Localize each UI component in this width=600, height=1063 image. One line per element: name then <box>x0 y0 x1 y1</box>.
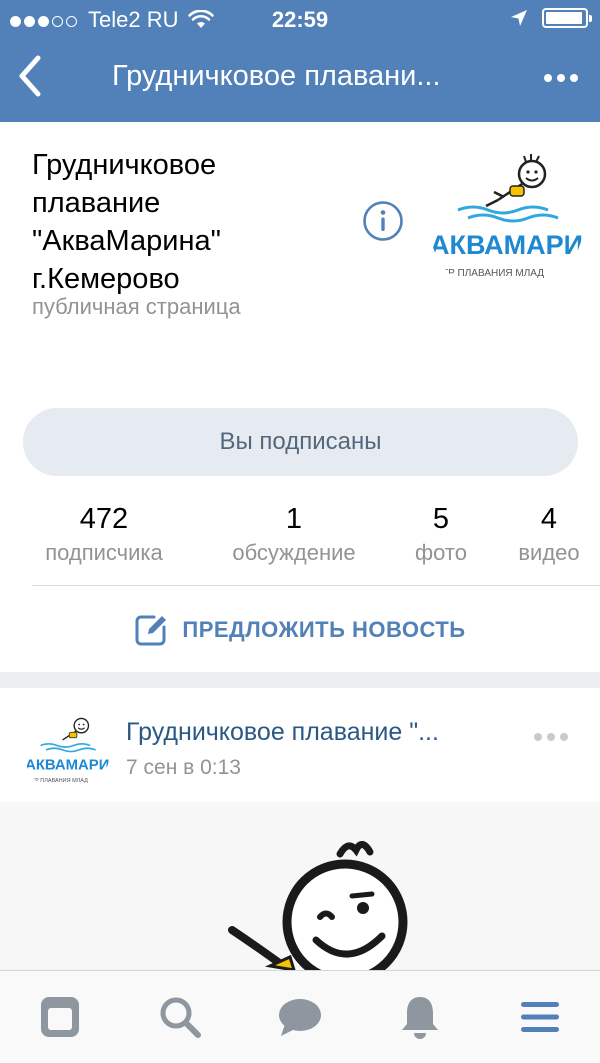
counter-videos[interactable]: 4 видео <box>506 502 592 566</box>
counter-discussions[interactable]: 1 обсуждение <box>214 502 374 566</box>
group-avatar[interactable]: АКВАМАРИ ТР ПЛАВАНИЯ МЛАД <box>428 142 584 298</box>
logo-subtext: ТР ПЛАВАНИЯ МЛАД <box>442 268 544 279</box>
notifications-icon <box>402 997 438 1039</box>
wall-post: АКВАМАРИ ТР ПЛАВАНИЯ МЛАД Грудничковое п… <box>0 688 600 970</box>
post-author-name[interactable]: Грудничковое плавание "... <box>126 718 500 747</box>
counter-value: 5 <box>432 503 450 535</box>
back-chevron-icon[interactable] <box>12 52 52 100</box>
post-image[interactable] <box>0 802 600 970</box>
suggest-news-label: ПРЕДЛОЖИТЬ НОВОСТЬ <box>182 617 466 642</box>
group-counters: 472 подписчика 1 обсуждение 5 фото 4 вид… <box>0 502 600 572</box>
counter-label: подписчика <box>45 540 163 565</box>
tab-news[interactable] <box>36 993 84 1041</box>
logo-text: АКВАМАРИ <box>430 230 583 260</box>
post-more-dots-icon[interactable] <box>534 733 568 741</box>
news-icon <box>41 997 79 1037</box>
status-bar: Tele2 RU 22:59 <box>0 0 600 38</box>
menu-icon <box>521 1002 559 1032</box>
logo-text: АКВАМАРИ <box>25 758 109 774</box>
tab-notifications[interactable] <box>396 993 444 1041</box>
tab-bar <box>0 970 600 1063</box>
divider <box>32 585 600 586</box>
counter-value: 4 <box>540 503 558 535</box>
info-icon[interactable] <box>362 200 404 242</box>
tab-search[interactable] <box>156 993 204 1041</box>
tab-messages[interactable] <box>276 993 324 1041</box>
counter-value: 472 <box>79 503 129 535</box>
cartoon-kid-illustration <box>0 802 600 970</box>
counter-value: 1 <box>285 503 303 535</box>
counter-label: фото <box>415 540 467 565</box>
counter-subscribers[interactable]: 472 подписчика <box>28 502 180 566</box>
top-bar: Tele2 RU 22:59 Грудничковое плавани... <box>0 0 600 122</box>
messages-icon <box>279 999 321 1036</box>
group-profile-card: Грудничковое плавание "АкваМарина" г.Кем… <box>0 122 600 672</box>
group-name: Грудничковое плавание "АкваМарина" г.Кем… <box>32 149 221 295</box>
group-type: публичная страница <box>32 294 241 319</box>
group-logo: АКВАМАРИ ТР ПЛАВАНИЯ МЛАД <box>24 708 110 794</box>
post-author-avatar[interactable]: АКВАМАРИ ТР ПЛАВАНИЯ МЛАД <box>24 708 110 794</box>
counter-photos[interactable]: 5 фото <box>404 502 478 566</box>
suggest-news-button[interactable]: ПРЕДЛОЖИТЬ НОВОСТЬ <box>0 610 600 650</box>
tab-menu[interactable] <box>516 993 564 1041</box>
edit-icon <box>135 615 167 646</box>
logo-subtext: ТР ПЛАВАНИЯ МЛАД <box>32 778 88 784</box>
navigation-bar: Грудничковое плавани... <box>0 38 600 122</box>
battery-icon <box>542 8 592 28</box>
page-title: Грудничковое плавани... <box>112 60 441 92</box>
counter-label: обсуждение <box>232 540 356 565</box>
subscribed-button[interactable]: Вы подписаны <box>23 408 578 476</box>
counter-label: видео <box>518 540 580 565</box>
search-icon <box>160 997 201 1038</box>
more-dots-icon[interactable] <box>544 74 578 82</box>
location-arrow-icon <box>511 10 527 26</box>
post-date[interactable]: 7 сен в 0:13 <box>126 756 241 780</box>
group-logo: АКВАМАРИ ТР ПЛАВАНИЯ МЛАД <box>428 142 584 298</box>
